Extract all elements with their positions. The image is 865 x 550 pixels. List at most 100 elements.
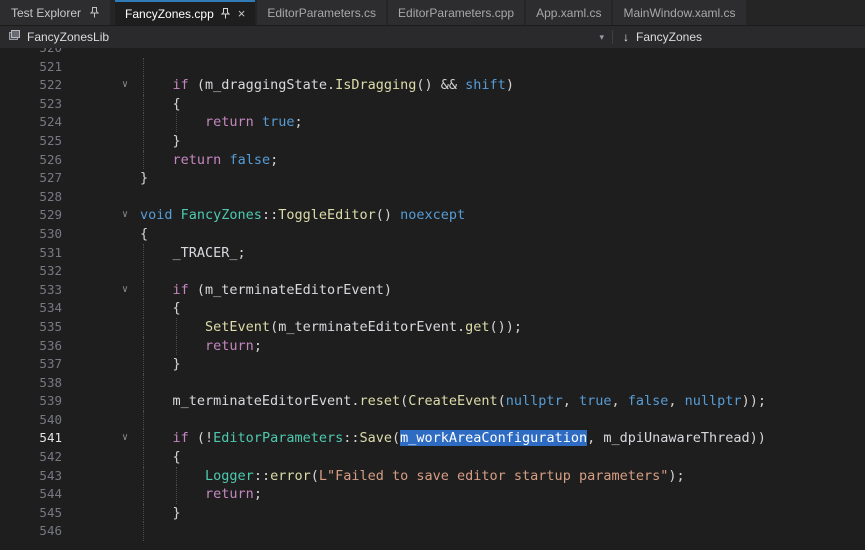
line-number: 528 <box>0 188 62 207</box>
code-text: return true; <box>140 113 865 132</box>
code-line[interactable]: 530{ <box>0 225 865 244</box>
line-number: 532 <box>0 262 62 281</box>
code-line[interactable]: 538 <box>0 374 865 393</box>
navigation-bar: FancyZonesLib ▾ ↓ FancyZones <box>0 25 865 48</box>
code-text: } <box>140 355 865 374</box>
code-token: } <box>140 133 181 149</box>
code-line[interactable]: 520 <box>0 48 865 58</box>
code-token: return <box>205 338 254 354</box>
code-line[interactable]: 527} <box>0 169 865 188</box>
code-token: void <box>140 207 173 223</box>
code-token: return <box>205 114 254 130</box>
fold-column <box>62 113 140 132</box>
pin-icon[interactable] <box>221 8 230 19</box>
code-line[interactable]: 526 return false; <box>0 151 865 170</box>
code-line[interactable]: 532 <box>0 262 865 281</box>
fold-column <box>62 485 140 504</box>
project-dropdown[interactable]: FancyZonesLib ▾ <box>0 30 612 45</box>
code-line[interactable]: 536 return; <box>0 337 865 356</box>
fold-arrow-icon[interactable]: ∨ <box>62 429 140 448</box>
tab-editorparameters-cs[interactable]: EditorParameters.cs <box>257 0 386 25</box>
code-line[interactable]: 531 _TRACER_; <box>0 244 865 263</box>
code-token: , <box>611 393 627 409</box>
code-token: error <box>270 468 311 484</box>
line-number: 539 <box>0 392 62 411</box>
code-token: Logger <box>205 468 254 484</box>
tab-editorparameters-cpp[interactable]: EditorParameters.cpp <box>388 0 524 25</box>
member-dropdown[interactable]: ↓ FancyZones <box>613 30 712 44</box>
code-line[interactable]: 542 { <box>0 448 865 467</box>
indent-guide <box>143 281 144 300</box>
indent-guide <box>143 151 144 170</box>
code-line[interactable]: 521 <box>0 58 865 77</box>
code-line[interactable]: 545 } <box>0 504 865 523</box>
code-line[interactable]: 534 { <box>0 299 865 318</box>
fold-column <box>62 151 140 170</box>
close-icon[interactable]: × <box>238 7 246 20</box>
tab-fancyzones-cpp[interactable]: FancyZones.cpp × <box>115 0 255 25</box>
code-token: false <box>229 152 270 168</box>
code-text: } <box>140 504 865 523</box>
chevron-down-icon[interactable]: ▾ <box>599 32 604 43</box>
code-token: noexcept <box>400 207 465 223</box>
tab-label: EditorParameters.cs <box>267 6 376 20</box>
line-number: 538 <box>0 374 62 393</box>
code-token: , <box>587 430 603 446</box>
code-editor[interactable]: 520521522∨ if (m_draggingState.IsDraggin… <box>0 48 865 550</box>
fold-arrow-icon[interactable]: ∨ <box>62 206 140 225</box>
code-token: } <box>140 356 181 372</box>
code-token: nullptr <box>506 393 563 409</box>
member-nav-icon: ↓ <box>623 30 629 44</box>
fold-column <box>62 411 140 430</box>
code-line[interactable]: 541∨ if (!EditorParameters::Save(m_workA… <box>0 429 865 448</box>
code-token <box>140 338 205 354</box>
code-line[interactable]: 537 } <box>0 355 865 374</box>
code-text <box>140 188 865 207</box>
code-token: { <box>140 300 181 316</box>
code-line[interactable]: 535 SetEvent(m_terminateEditorEvent.get(… <box>0 318 865 337</box>
code-line[interactable]: 524 return true; <box>0 113 865 132</box>
code-token <box>140 282 173 298</box>
code-token: :: <box>262 207 278 223</box>
code-text <box>140 58 865 77</box>
code-line[interactable]: 528 <box>0 188 865 207</box>
code-line[interactable]: 522∨ if (m_draggingState.IsDragging() &&… <box>0 76 865 95</box>
code-token: ( <box>392 430 400 446</box>
code-token: ; <box>270 152 278 168</box>
tab-test-explorer[interactable]: Test Explorer <box>0 0 110 25</box>
code-token: :: <box>343 430 359 446</box>
fold-column <box>62 132 140 151</box>
fold-column <box>62 58 140 77</box>
code-line[interactable]: 543 Logger::error(L"Failed to save edito… <box>0 467 865 486</box>
code-line[interactable]: 529∨void FancyZones::ToggleEditor() noex… <box>0 206 865 225</box>
code-line[interactable]: 533∨ if (m_terminateEditorEvent) <box>0 281 865 300</box>
code-line[interactable]: 539 m_terminateEditorEvent.reset(CreateE… <box>0 392 865 411</box>
indent-guide <box>143 355 144 374</box>
selected-text: m_workAreaConfiguration <box>400 430 587 446</box>
line-number: 537 <box>0 355 62 374</box>
fold-arrow-icon[interactable]: ∨ <box>62 281 140 300</box>
tab-label: EditorParameters.cpp <box>398 6 514 20</box>
line-number: 521 <box>0 58 62 77</box>
indent-guide <box>176 318 177 337</box>
code-text <box>140 48 865 58</box>
tab-app-xaml-cs[interactable]: App.xaml.cs <box>526 0 611 25</box>
code-line[interactable]: 525 } <box>0 132 865 151</box>
code-token <box>173 207 181 223</box>
fold-arrow-icon[interactable]: ∨ <box>62 76 140 95</box>
code-token <box>140 77 173 93</box>
code-text: if (m_draggingState.IsDragging() && shif… <box>140 76 865 95</box>
code-token: ()); <box>490 319 523 335</box>
code-token: ( <box>270 319 278 335</box>
code-line[interactable]: 546 <box>0 522 865 541</box>
indent-guide <box>143 392 144 411</box>
code-text: return false; <box>140 151 865 170</box>
code-token: _TRACER_ <box>173 245 238 261</box>
code-line[interactable]: 544 return; <box>0 485 865 504</box>
line-number: 536 <box>0 337 62 356</box>
tab-mainwindow-xaml-cs[interactable]: MainWindow.xaml.cs <box>613 0 745 25</box>
pin-icon[interactable] <box>90 7 99 18</box>
fold-column <box>62 355 140 374</box>
code-line[interactable]: 540 <box>0 411 865 430</box>
code-line[interactable]: 523 { <box>0 95 865 114</box>
